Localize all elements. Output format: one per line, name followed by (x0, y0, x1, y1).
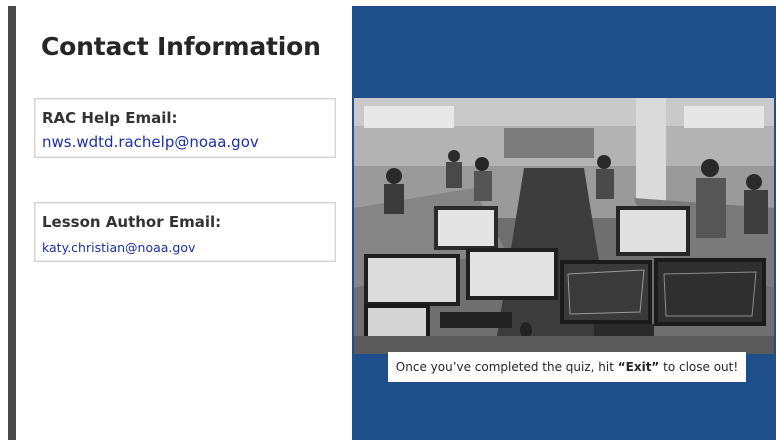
lesson-author-email-link[interactable]: katy.christian@noaa.gov (42, 240, 195, 255)
page-title: Contact Information (41, 32, 321, 61)
caption-exit-emphasis: “Exit” (617, 360, 660, 374)
contact-panel: Contact Information RAC Help Email: nws.… (16, 6, 352, 440)
caption-text-after: to close out! (659, 360, 739, 374)
lesson-author-box: Lesson Author Email: katy.christian@noaa… (34, 202, 336, 262)
caption-text-before: Once you’ve completed the quiz, hit (395, 360, 618, 374)
rac-help-label: RAC Help Email: (42, 109, 178, 127)
operations-room-photo (354, 98, 774, 354)
image-panel: Once you’ve completed the quiz, hit “Exi… (352, 6, 776, 440)
instruction-caption-box: Once you’ve completed the quiz, hit “Exi… (388, 352, 746, 382)
instruction-caption: Once you’ve completed the quiz, hit “Exi… (388, 360, 746, 374)
lesson-author-label: Lesson Author Email: (42, 213, 222, 231)
operations-room-illustration (354, 98, 774, 354)
rac-help-email-link[interactable]: nws.wdtd.rachelp@noaa.gov (42, 133, 259, 151)
left-accent-bar (8, 6, 16, 440)
rac-help-box: RAC Help Email: nws.wdtd.rachelp@noaa.go… (34, 98, 336, 158)
